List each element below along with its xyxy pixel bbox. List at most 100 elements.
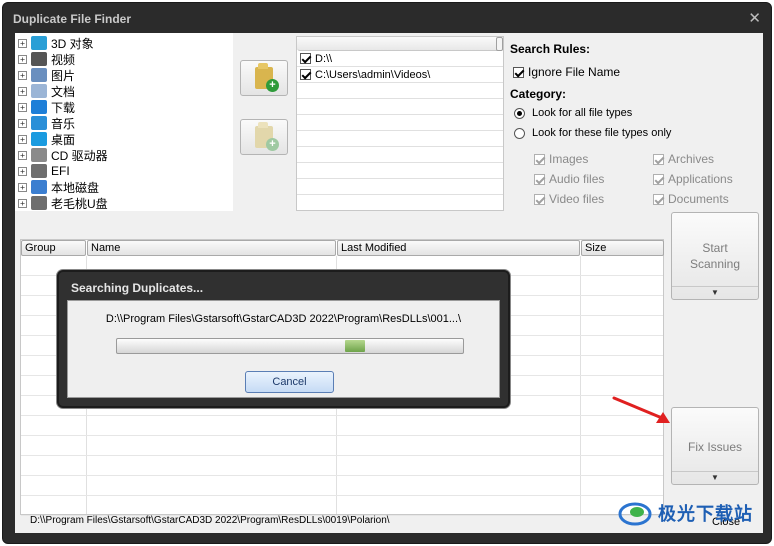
add-folder-button[interactable]: + (240, 60, 288, 96)
desktop-icon (31, 132, 47, 146)
category-heading: Category: (510, 87, 567, 101)
tree-item-label: EFI (51, 164, 70, 178)
type-documents-option[interactable]: Documents (653, 192, 729, 206)
path-checkbox[interactable] (300, 69, 311, 80)
folder-add-icon: + (255, 63, 279, 92)
path-row-empty (297, 83, 503, 99)
type-images-label: Images (549, 152, 589, 166)
tree-expand-icon[interactable]: + (18, 38, 27, 48)
progress-indicator (345, 340, 365, 352)
tree-expand-icon[interactable]: + (18, 166, 27, 176)
tree-expand-icon[interactable]: + (18, 102, 27, 112)
column-last-modified[interactable]: Last Modified (337, 240, 580, 256)
pictures-icon (31, 68, 47, 82)
path-row-empty (297, 179, 503, 195)
table-row[interactable] (21, 496, 663, 516)
add-excluded-folder-button[interactable]: + (240, 119, 288, 155)
tree-item[interactable]: + CD 驱动器 (18, 147, 108, 163)
start-scanning-button[interactable]: Start Scanning ▼ (671, 212, 759, 300)
tree-item-label: 老毛桃U盘 (51, 196, 108, 211)
tree-item[interactable]: + EFI (18, 163, 70, 179)
tree-item[interactable]: + 本地磁盘 (18, 179, 99, 195)
tree-item-label: 文档 (51, 84, 76, 99)
current-scan-path: D:\\Program Files\Gstarsoft\GstarCAD3D 2… (105, 313, 462, 325)
column-size[interactable]: Size (581, 240, 664, 256)
fix-issues-dropdown-icon[interactable]: ▼ (672, 471, 758, 484)
tree-item-label: 桌面 (51, 132, 76, 147)
tree-item[interactable]: + 音乐 (18, 115, 75, 131)
tree-item-label: 3D 对象 (51, 36, 94, 51)
tree-item[interactable]: + 桌面 (18, 131, 75, 147)
table-row[interactable] (21, 476, 663, 496)
search-path-list: D:\\ C:\Users\admin\Videos\ (296, 36, 504, 211)
tree-expand-icon[interactable]: + (18, 118, 27, 128)
watermark-text: 极光下载站 (658, 504, 753, 524)
usb-drive-icon (31, 196, 47, 210)
path-row-empty (297, 163, 503, 179)
tree-expand-icon[interactable]: + (18, 198, 27, 208)
cancel-button[interactable]: Cancel (245, 371, 334, 393)
tree-item[interactable]: + 视频 (18, 51, 75, 67)
table-row[interactable] (21, 436, 663, 456)
type-audio-option[interactable]: Audio files (534, 172, 604, 186)
type-audio-checkbox[interactable] (534, 173, 545, 185)
path-checkbox[interactable] (300, 53, 311, 64)
close-window-icon[interactable]: ✕ (748, 9, 761, 27)
watermark: 极光下载站 (618, 496, 768, 530)
path-row-empty (297, 131, 503, 147)
type-archives-option[interactable]: Archives (653, 152, 714, 166)
path-label: D:\\ (315, 52, 333, 65)
path-row[interactable]: D:\\ (297, 51, 503, 67)
tree-expand-icon[interactable]: + (18, 134, 27, 144)
ignore-file-name-label: Ignore File Name (528, 65, 621, 79)
tree-item-label: CD 驱动器 (51, 148, 108, 163)
table-row[interactable] (21, 416, 663, 436)
all-file-types-radio[interactable] (514, 107, 525, 119)
drive-icon (31, 164, 47, 178)
fix-issues-label: Fix Issues (687, 440, 742, 454)
red-arrow-icon (612, 396, 670, 423)
music-icon (31, 116, 47, 130)
column-group[interactable]: Group (21, 240, 86, 256)
ignore-file-name-option[interactable]: Ignore File Name (513, 65, 620, 79)
type-images-checkbox[interactable] (534, 153, 545, 165)
these-file-types-radio[interactable] (514, 127, 525, 139)
all-file-types-option[interactable]: Look for all file types (514, 107, 632, 119)
type-video-checkbox[interactable] (534, 193, 545, 205)
tree-item[interactable]: + 下载 (18, 99, 75, 115)
these-file-types-option[interactable]: Look for these file types only (514, 127, 671, 139)
tree-item-label: 本地磁盘 (51, 180, 100, 195)
search-rules-panel: Search Rules: Ignore File Name Category:… (510, 33, 763, 213)
tree-item[interactable]: + 文档 (18, 83, 75, 99)
start-scanning-dropdown-icon[interactable]: ▼ (672, 286, 758, 299)
results-table-header: Group Name Last Modified Size (21, 240, 664, 256)
fix-issues-button[interactable]: Fix Issues ▼ (671, 407, 759, 485)
tree-expand-icon[interactable]: + (18, 150, 27, 160)
path-list-scroll-handle[interactable] (496, 37, 503, 51)
tree-expand-icon[interactable]: + (18, 70, 27, 80)
column-name[interactable]: Name (87, 240, 336, 256)
tree-item[interactable]: +3D 对象 (18, 35, 94, 51)
ignore-file-name-checkbox[interactable] (513, 66, 524, 78)
type-audio-label: Audio files (549, 172, 605, 186)
type-archives-label: Archives (668, 152, 715, 166)
tree-expand-icon[interactable]: + (18, 54, 27, 64)
tree-item-label: 音乐 (51, 116, 76, 131)
type-documents-checkbox[interactable] (653, 193, 664, 205)
video-icon (31, 52, 47, 66)
folder-add-disabled-icon: + (255, 122, 279, 151)
tree-item[interactable]: + 图片 (18, 67, 75, 83)
type-archives-checkbox[interactable] (653, 153, 664, 165)
path-row[interactable]: C:\Users\admin\Videos\ (297, 67, 503, 83)
all-file-types-label: Look for all file types (532, 107, 633, 119)
table-row[interactable] (21, 456, 663, 476)
type-applications-option[interactable]: Applications (653, 172, 733, 186)
type-applications-checkbox[interactable] (653, 173, 664, 185)
type-images-option[interactable]: Images (534, 152, 588, 166)
tree-expand-icon[interactable]: + (18, 182, 27, 192)
tree-expand-icon[interactable]: + (18, 86, 27, 96)
type-video-option[interactable]: Video files (534, 192, 604, 206)
tree-item[interactable]: + 老毛桃U盘 (18, 195, 108, 211)
type-documents-label: Documents (668, 192, 729, 206)
type-applications-label: Applications (668, 172, 733, 186)
